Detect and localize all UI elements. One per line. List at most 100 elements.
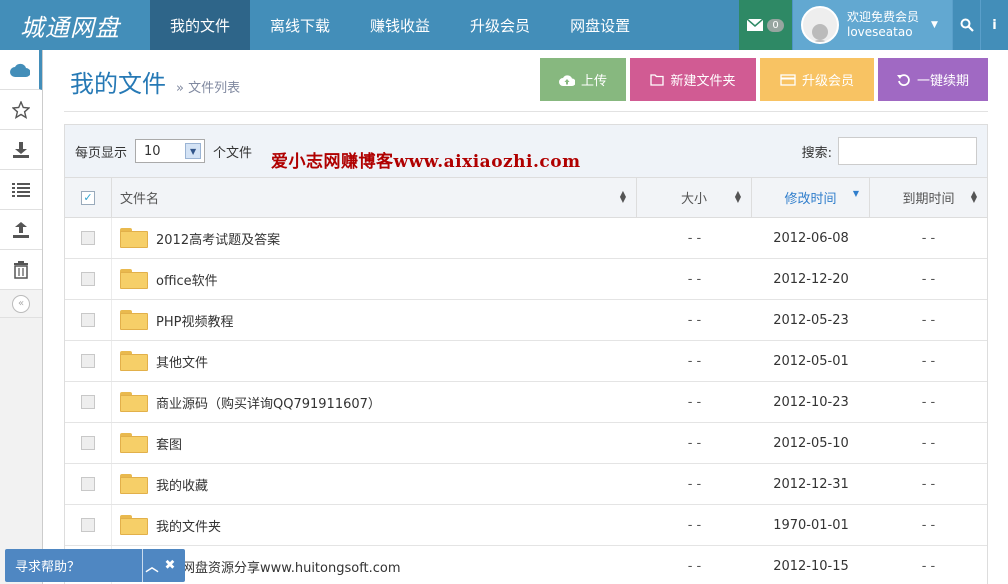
table-row[interactable]: 其他文件 - - 2012-05-01 - - [65, 341, 987, 382]
file-expires: - - [921, 435, 936, 451]
search-input[interactable] [838, 137, 977, 165]
new-folder-button[interactable]: 新建文件夹 [630, 58, 756, 101]
file-size: - - [687, 558, 702, 574]
brand-logo[interactable]: 城通网盘 [0, 0, 150, 50]
info-button[interactable]: i [980, 0, 1008, 50]
sidebar-item-favorites[interactable] [0, 90, 42, 130]
file-size: - - [687, 230, 702, 246]
file-name[interactable]: 我的文件夹 [156, 516, 221, 535]
upload-label: 上传 [580, 74, 607, 89]
help-widget: 寻求帮助？ ︿ ✖ [5, 549, 185, 582]
table-row[interactable]: office软件 - - 2012-12-20 - - [65, 259, 987, 300]
file-name[interactable]: 我的收藏 [156, 475, 208, 494]
trash-icon [14, 260, 28, 279]
row-checkbox[interactable] [81, 231, 95, 245]
undo-icon [896, 73, 910, 86]
help-divider [142, 549, 143, 582]
help-label[interactable]: 寻求帮助？ [5, 556, 142, 575]
sidebar-collapse-bar: « [0, 290, 42, 318]
row-checkbox[interactable] [81, 395, 95, 409]
nav-item-upgrade[interactable]: 升级会员 [450, 0, 550, 50]
row-checkbox[interactable] [81, 354, 95, 368]
file-expires: - - [921, 353, 936, 369]
file-table: 每页显示 10 ▼ 个文件 爱小志网赚博客www.aixiaozhi.com 搜… [64, 124, 988, 584]
per-page-control: 每页显示 10 ▼ 个文件 [75, 139, 252, 163]
chevron-up-icon[interactable]: ︿ [143, 556, 161, 575]
sidebar: « [0, 50, 43, 584]
file-name[interactable]: 套图 [156, 434, 182, 453]
file-modified: 2012-05-01 [773, 353, 849, 369]
select-all-checkbox[interactable]: ✓ [81, 190, 95, 205]
sidebar-item-uploads[interactable] [0, 210, 42, 250]
header-divider [64, 111, 988, 112]
file-modified: 1970-01-01 [773, 517, 849, 533]
watermark-text: 爱小志网赚博客www.aixiaozhi.com [271, 152, 581, 172]
file-expires: - - [921, 517, 936, 533]
folder-icon [120, 269, 148, 289]
sort-icon: ▲ ▼ [970, 189, 977, 204]
caret-down-icon: ▼ [931, 20, 938, 30]
per-page-select[interactable]: 10 ▼ [135, 139, 206, 163]
messages-button[interactable]: 0 [739, 0, 792, 50]
row-checkbox[interactable] [81, 436, 95, 450]
nav-item-my-files[interactable]: 我的文件 [150, 0, 251, 50]
column-header-name[interactable]: 文件名 ▲ ▼ [112, 178, 637, 217]
column-header-size[interactable]: 大小 ▲ ▼ [637, 178, 752, 217]
search-label: 搜索: [801, 145, 832, 161]
sidebar-item-list[interactable] [0, 170, 42, 210]
file-modified: 2012-05-23 [773, 312, 849, 328]
file-expires: - - [921, 394, 936, 410]
double-chevron-left-icon[interactable]: « [12, 294, 30, 313]
upgrade-button[interactable]: 升级会员 [760, 58, 874, 101]
row-checkbox[interactable] [81, 477, 95, 491]
sidebar-item-downloads[interactable] [0, 130, 42, 170]
chevron-down-icon: ▼ [185, 143, 202, 159]
file-name[interactable]: 2012高考试题及答案 [156, 229, 280, 248]
row-checkbox[interactable] [81, 313, 95, 327]
search-button[interactable] [952, 0, 980, 50]
sidebar-item-trash[interactable] [0, 250, 42, 290]
file-expires: - - [921, 312, 936, 328]
list-icon [12, 182, 30, 197]
table-row[interactable]: 我的文件夹 - - 1970-01-01 - - [65, 505, 987, 546]
folder-outline-icon [650, 73, 665, 86]
row-checkbox[interactable] [81, 518, 95, 532]
table-row[interactable]: 套图 - - 2012-05-10 - - [65, 423, 987, 464]
sidebar-item-cloud[interactable] [0, 50, 42, 90]
file-name[interactable]: office软件 [156, 270, 218, 289]
file-expires: - - [921, 230, 936, 246]
file-name[interactable]: 商业源码（购买详询QQ791911607） [156, 393, 381, 412]
top-navbar: 城通网盘 我的文件 离线下载 赚钱收益 升级会员 网盘设置 0 欢迎免费会员 l… [0, 0, 1008, 50]
nav-item-offline-download[interactable]: 离线下载 [250, 0, 350, 50]
table-row[interactable]: 汇通网盘资源分享www.huitongsoft.com - - 2012-10-… [65, 546, 987, 584]
cloud-upload-icon [558, 74, 575, 86]
envelope-icon [747, 19, 764, 31]
per-page-label: 每页显示 [75, 145, 128, 161]
close-icon[interactable]: ✖ [161, 558, 179, 573]
nav-item-earnings[interactable]: 赚钱收益 [350, 0, 450, 50]
folder-icon [120, 351, 148, 371]
table-row[interactable]: 商业源码（购买详询QQ791911607） - - 2012-10-23 - - [65, 382, 987, 423]
file-expires: - - [921, 271, 936, 287]
row-checkbox[interactable] [81, 272, 95, 286]
column-header-expires[interactable]: 到期时间 ▲ ▼ [870, 178, 987, 217]
table-row[interactable]: 2012高考试题及答案 - - 2012-06-08 - - [65, 218, 987, 259]
table-row[interactable]: 我的收藏 - - 2012-12-31 - - [65, 464, 987, 505]
file-modified: 2012-12-20 [773, 271, 849, 287]
file-expires: - - [921, 558, 936, 574]
column-header-modified[interactable]: 修改时间 ▼ [752, 178, 870, 217]
renew-button[interactable]: 一键续期 [878, 58, 988, 101]
file-name[interactable]: 汇通网盘资源分享www.huitongsoft.com [156, 557, 401, 576]
upload-button[interactable]: 上传 [540, 58, 626, 101]
credit-card-icon [780, 73, 796, 86]
folder-icon [120, 474, 148, 494]
user-menu[interactable]: 欢迎免费会员 loveseatao ▼ [792, 0, 952, 50]
file-modified: 2012-10-23 [773, 394, 849, 410]
folder-icon [120, 228, 148, 248]
file-size: - - [687, 394, 702, 410]
new-folder-label: 新建文件夹 [670, 74, 736, 89]
table-row[interactable]: PHP视频教程 - - 2012-05-23 - - [65, 300, 987, 341]
nav-item-settings[interactable]: 网盘设置 [550, 0, 650, 50]
file-name[interactable]: PHP视频教程 [156, 311, 233, 330]
file-name[interactable]: 其他文件 [156, 352, 208, 371]
